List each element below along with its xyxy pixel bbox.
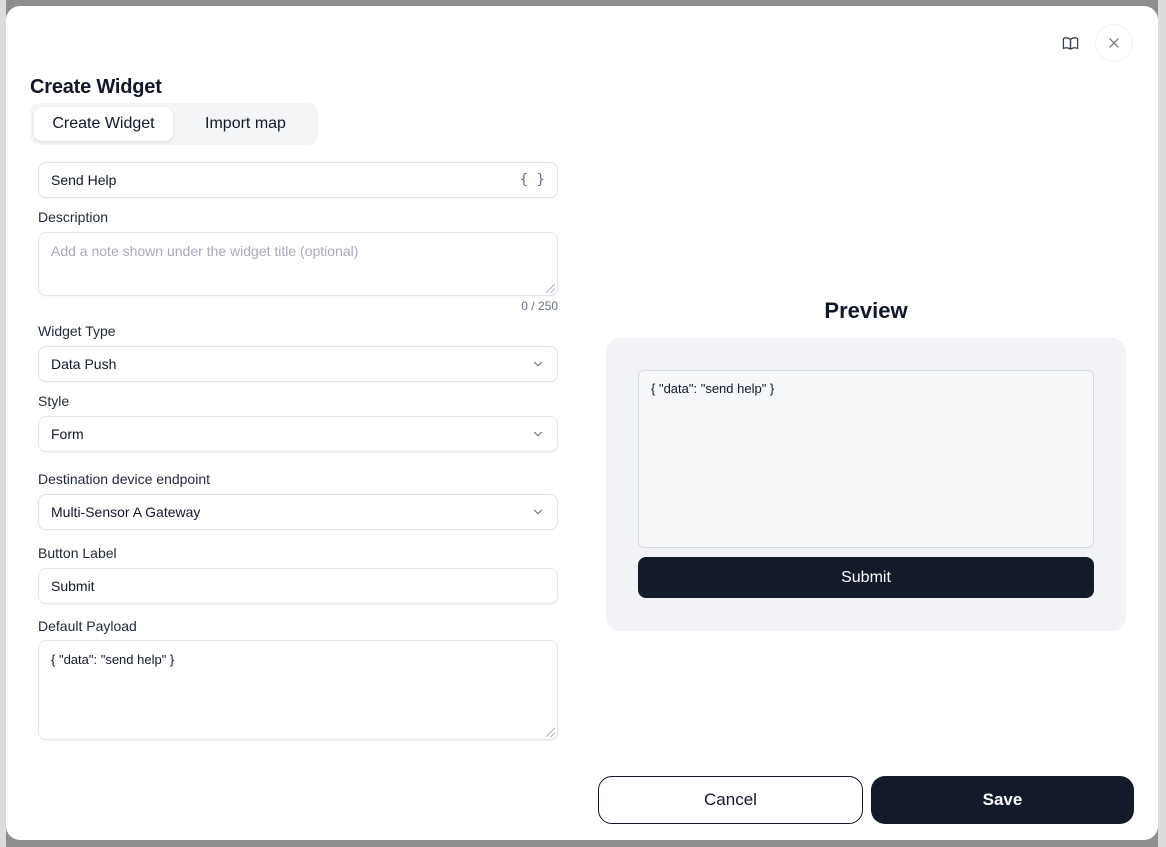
- description-counter: 0 / 250: [521, 299, 558, 313]
- save-button[interactable]: Save: [871, 776, 1134, 824]
- widget-type-select[interactable]: Data Push: [38, 346, 558, 382]
- description-placeholder: Add a note shown under the widget title …: [51, 243, 359, 259]
- braces-icon[interactable]: { }: [520, 172, 545, 188]
- chevron-down-icon: [533, 509, 543, 515]
- docs-button[interactable]: [1053, 26, 1087, 60]
- tab-create-widget[interactable]: Create Widget: [34, 107, 173, 141]
- button-label-value: Submit: [51, 578, 95, 594]
- book-icon: [1062, 36, 1078, 50]
- destination-select[interactable]: Multi-Sensor A Gateway: [38, 494, 558, 530]
- default-payload-textarea[interactable]: { "data": "send help" }: [38, 640, 558, 740]
- tab-bar: Create Widget Import map: [30, 103, 318, 145]
- resize-handle[interactable]: [546, 728, 555, 737]
- style-value: Form: [51, 426, 84, 442]
- destination-value: Multi-Sensor A Gateway: [51, 504, 201, 520]
- widget-name-value: Send Help: [51, 172, 117, 188]
- chevron-down-icon: [533, 361, 543, 367]
- widget-type-value: Data Push: [51, 356, 117, 372]
- destination-label: Destination device endpoint: [38, 471, 211, 487]
- create-widget-modal: Create Widget Create Widget Import map S…: [6, 6, 1158, 840]
- background-page-right: [1158, 0, 1166, 847]
- preview-payload-textarea[interactable]: { "data": "send help" }: [638, 370, 1094, 548]
- resize-handle[interactable]: [546, 284, 555, 293]
- default-payload-label: Default Payload: [38, 618, 137, 634]
- widget-name-input[interactable]: Send Help { }: [38, 162, 558, 198]
- preview-panel: { "data": "send help" } Submit: [606, 338, 1126, 631]
- button-label-input[interactable]: Submit: [38, 568, 558, 604]
- style-label: Style: [38, 393, 70, 409]
- close-icon: [1109, 38, 1119, 48]
- style-select[interactable]: Form: [38, 416, 558, 452]
- modal-title: Create Widget: [30, 76, 162, 98]
- preview-submit-button[interactable]: Submit: [638, 557, 1094, 598]
- preview-payload-value: { "data": "send help" }: [651, 381, 775, 396]
- button-label-label: Button Label: [38, 545, 117, 561]
- close-button[interactable]: [1095, 24, 1133, 62]
- description-label: Description: [38, 209, 109, 225]
- tab-import-map[interactable]: Import map: [177, 107, 314, 141]
- chevron-down-icon: [533, 431, 543, 437]
- preview-title: Preview: [824, 298, 908, 323]
- description-textarea[interactable]: Add a note shown under the widget title …: [38, 232, 558, 296]
- cancel-button[interactable]: Cancel: [598, 776, 863, 824]
- default-payload-value: { "data": "send help" }: [51, 652, 175, 667]
- widget-type-label: Widget Type: [38, 323, 116, 339]
